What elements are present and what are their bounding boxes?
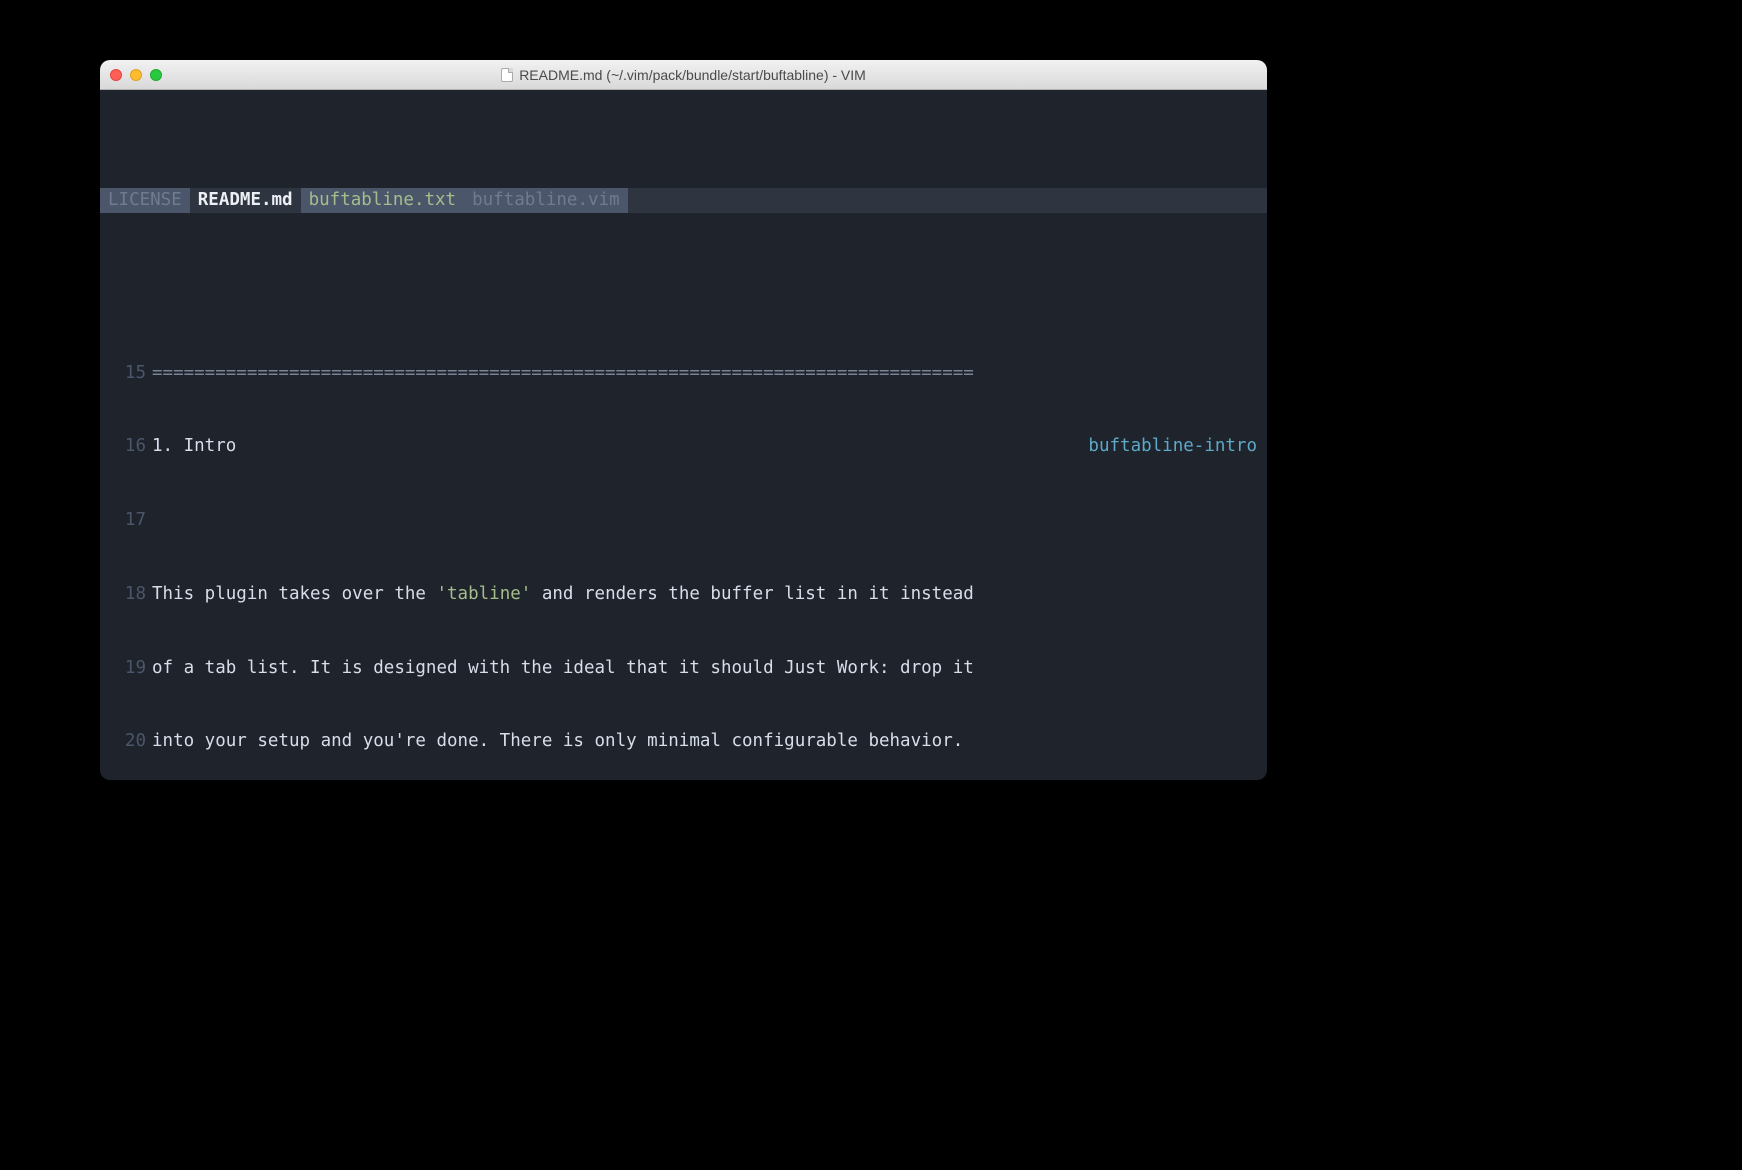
- buffer-tabline: LICENSE README.md buftabline.txt buftabl…: [100, 188, 1267, 213]
- document-icon: [501, 68, 513, 82]
- tab-readme[interactable]: README.md: [190, 188, 301, 213]
- tabline-fill: [628, 188, 1267, 213]
- line-number: 17: [100, 508, 152, 533]
- tab-label: buftabline.vim: [472, 190, 620, 210]
- window-title-text: README.md (~/.vim/pack/bundle/start/buft…: [519, 67, 866, 83]
- tab-buftabline-txt[interactable]: buftabline.txt: [301, 188, 465, 213]
- vim-window: README.md (~/.vim/pack/bundle/start/buft…: [100, 60, 1267, 780]
- separator-rule: ========================================…: [152, 361, 1267, 386]
- text-line: of a tab list. It is designed with the i…: [152, 656, 1267, 681]
- line-number: 15: [100, 361, 152, 386]
- tab-label: LICENSE: [108, 190, 182, 210]
- tab-buftabline-vim[interactable]: buftabline.vim: [464, 188, 628, 213]
- line-number: 18: [100, 582, 152, 607]
- help-tag: buftabline-intro: [1088, 434, 1257, 459]
- tab-label: buftabline.txt: [309, 190, 457, 210]
- line-number: 16: [100, 434, 152, 459]
- tab-license[interactable]: LICENSE: [100, 188, 190, 213]
- text-line: This plugin takes over the 'tabline' and…: [152, 582, 1267, 607]
- terminal-area[interactable]: LICENSE README.md buftabline.txt buftabl…: [100, 90, 1267, 780]
- text-line: into your setup and you're done. There i…: [152, 729, 1267, 754]
- drop-shadow: [100, 780, 1267, 810]
- split-top[interactable]: 15======================================…: [100, 311, 1267, 780]
- text-line: [152, 508, 1267, 533]
- macos-titlebar: README.md (~/.vim/pack/bundle/start/buft…: [100, 60, 1267, 90]
- tab-label: README.md: [198, 190, 293, 210]
- window-title: README.md (~/.vim/pack/bundle/start/buft…: [100, 67, 1267, 83]
- string-literal: 'tabline': [436, 584, 531, 604]
- line-number: 20: [100, 729, 152, 754]
- line-number: 19: [100, 656, 152, 681]
